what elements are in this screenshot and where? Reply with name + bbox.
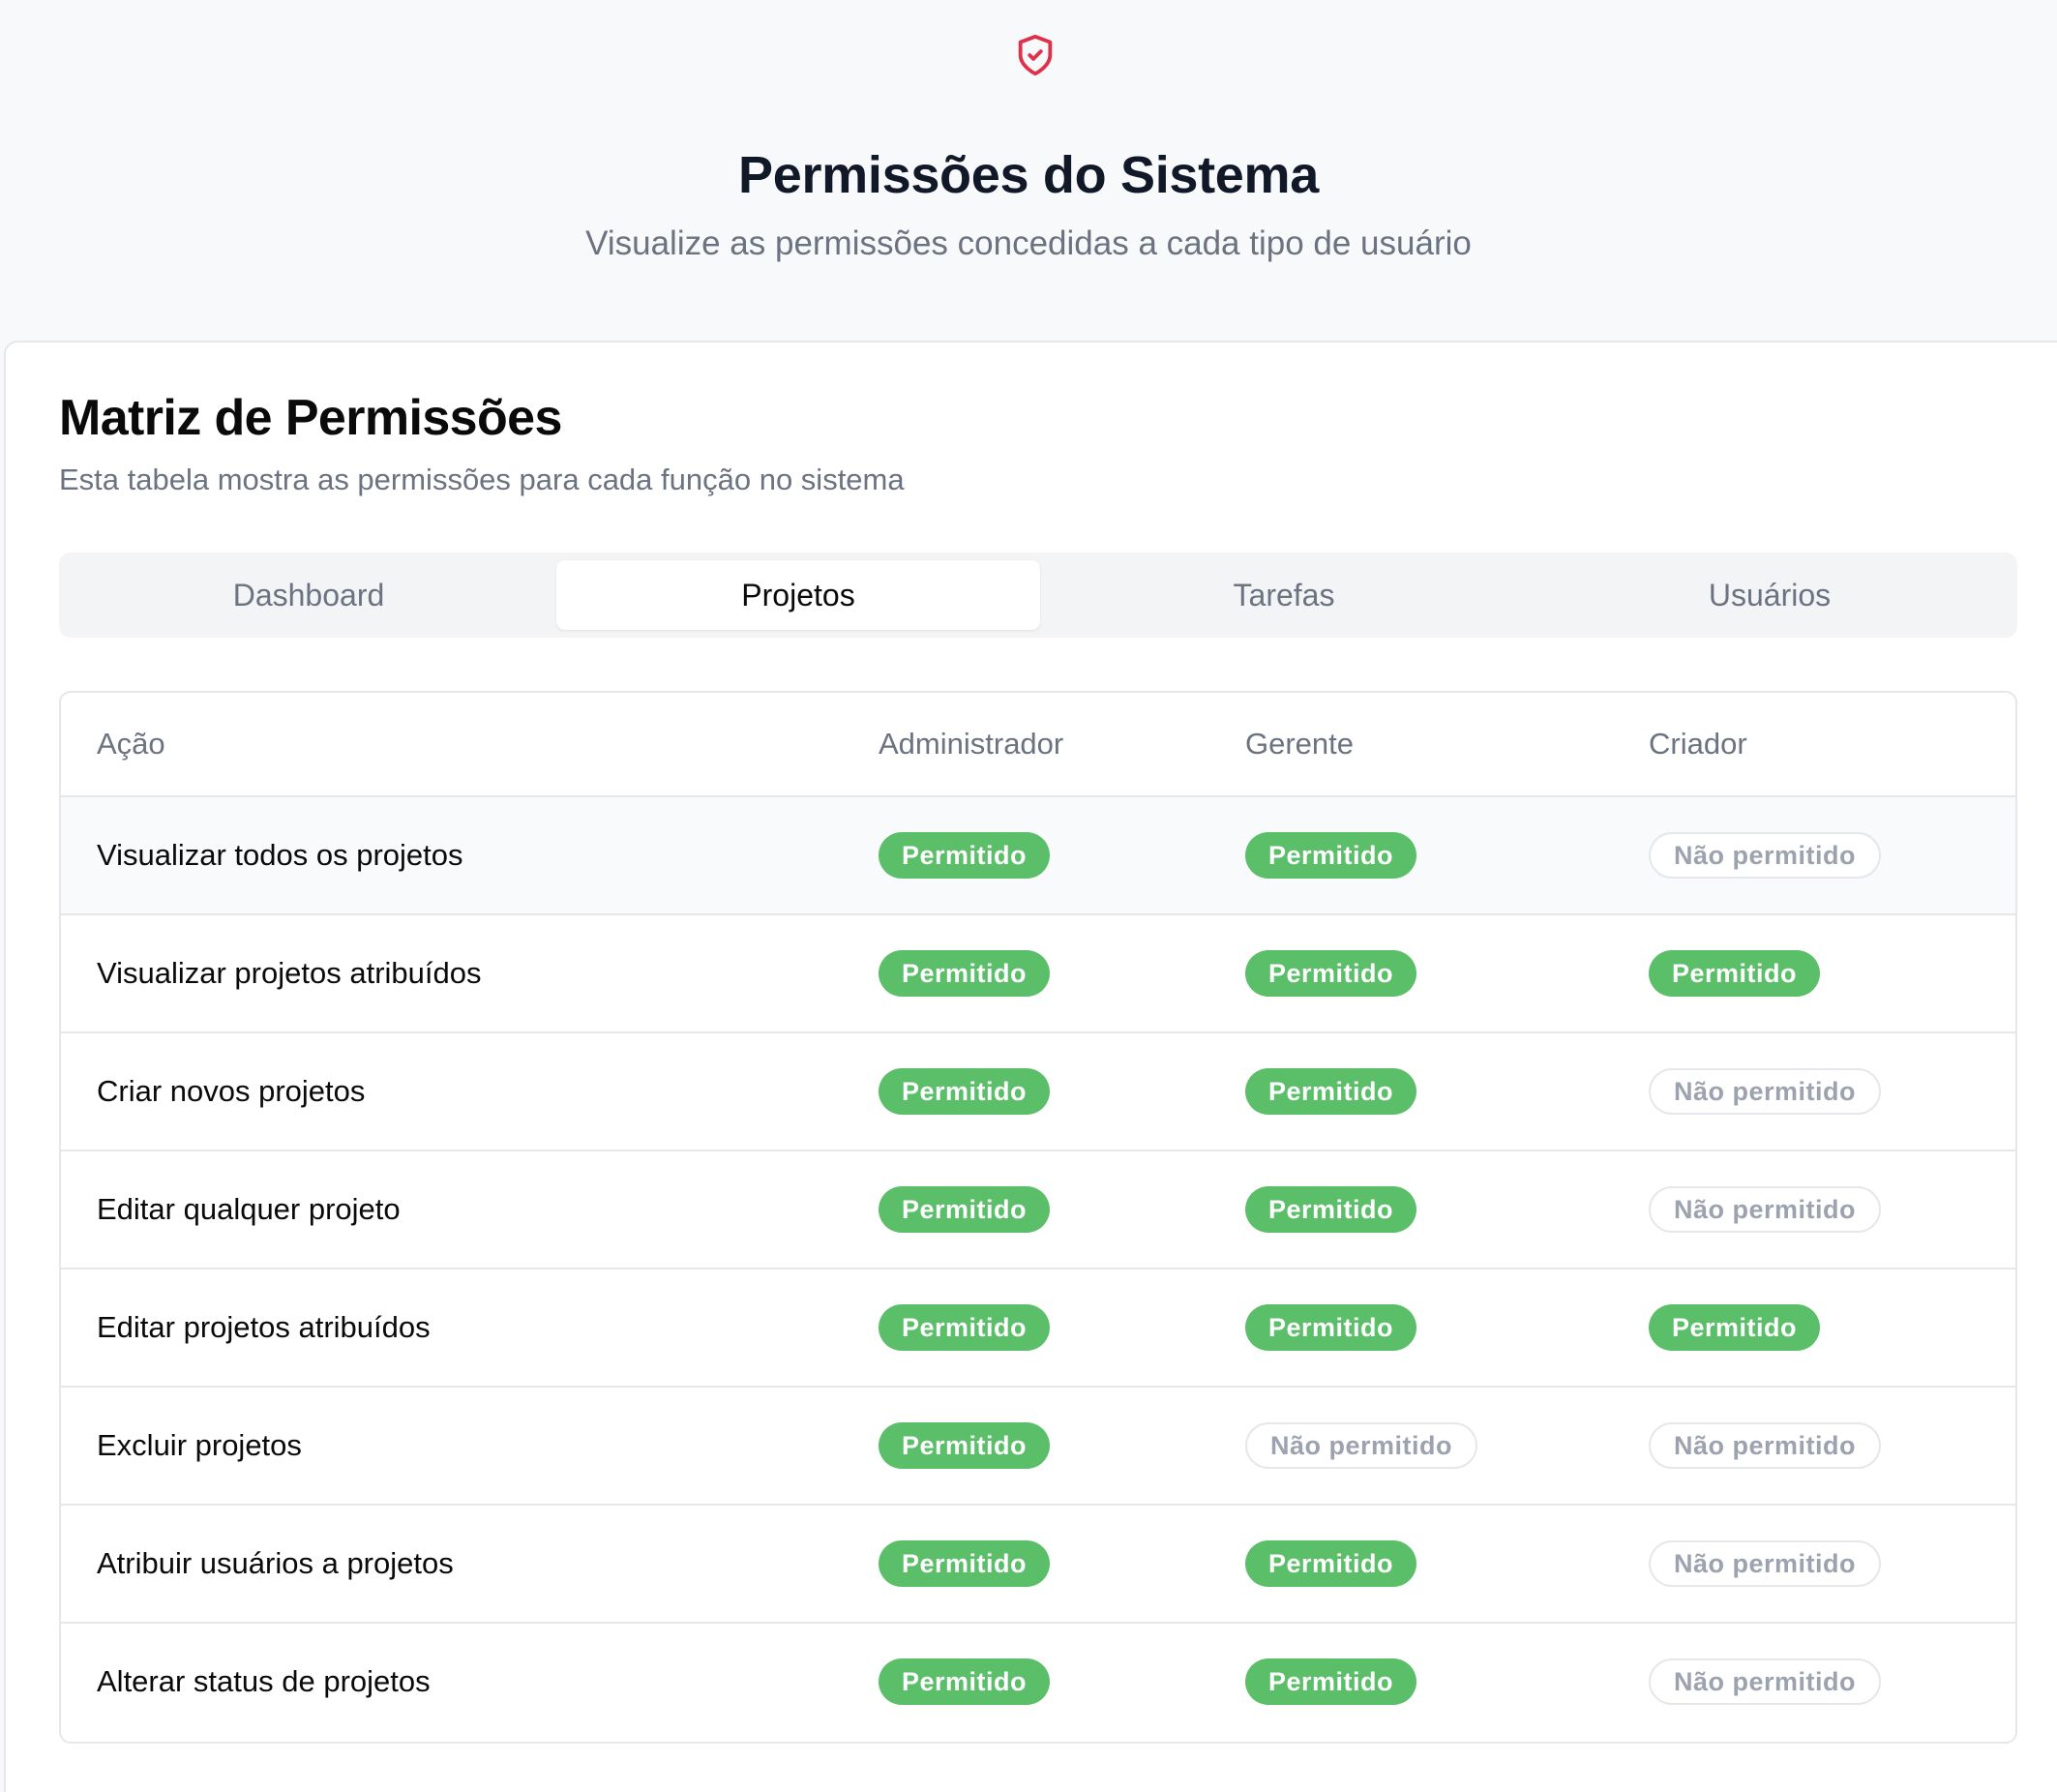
manager-permission-cell: Não permitido xyxy=(1245,1388,1478,1504)
action-cell: Excluir projetos xyxy=(97,1428,302,1462)
action-cell: Visualizar projetos atribuídos xyxy=(97,956,482,990)
action-cell: Alterar status de projetos xyxy=(97,1664,431,1698)
permission-badge-allowed: Permitido xyxy=(1245,950,1417,997)
permission-badge-allowed: Permitido xyxy=(879,1186,1051,1233)
creator-permission-cell: Permitido xyxy=(1649,1269,1821,1386)
tab-tarefas[interactable]: Tarefas xyxy=(1042,560,1526,630)
creator-permission-cell: Permitido xyxy=(1649,915,1821,1031)
action-cell: Atribuir usuários a projetos xyxy=(97,1546,454,1580)
permission-badge-allowed: Permitido xyxy=(1245,1068,1417,1115)
admin-permission-cell: Permitido xyxy=(879,1151,1051,1268)
permissions-table: Ação Administrador Gerente Criador Visua… xyxy=(59,691,2017,1744)
tab-projetos[interactable]: Projetos xyxy=(556,560,1040,630)
tab-usuarios[interactable]: Usuários xyxy=(1528,560,2012,630)
permission-badge-denied: Não permitido xyxy=(1245,1422,1478,1469)
manager-permission-cell: Permitido xyxy=(1245,1033,1417,1150)
permission-badge-allowed: Permitido xyxy=(1245,1540,1417,1587)
page-header: Permissões do Sistema Visualize as permi… xyxy=(0,0,2057,341)
permission-badge-allowed: Permitido xyxy=(1245,1186,1417,1233)
permission-badge-allowed: Permitido xyxy=(879,1304,1051,1351)
manager-permission-cell: Permitido xyxy=(1245,915,1417,1031)
admin-permission-cell: Permitido xyxy=(879,1033,1051,1150)
permissions-card: Matriz de Permissões Esta tabela mostra … xyxy=(4,341,2057,1792)
permission-badge-denied: Não permitido xyxy=(1649,1540,1882,1587)
permission-badge-allowed: Permitido xyxy=(879,1422,1051,1469)
table-row: Atribuir usuários a projetos Permitido Per… xyxy=(61,1506,2015,1624)
permission-badge-allowed: Permitido xyxy=(1245,832,1417,879)
table-row: Excluir projetos Permitido Não permitido Nã… xyxy=(61,1388,2015,1506)
permission-badge-allowed: Permitido xyxy=(1649,1304,1821,1351)
table-row: Editar qualquer projeto Permitido Permitid… xyxy=(61,1151,2015,1269)
page-title: Permissões do Sistema xyxy=(738,146,1319,204)
manager-permission-cell: Permitido xyxy=(1245,1151,1417,1268)
permission-badge-denied: Não permitido xyxy=(1649,1186,1882,1233)
permissions-page: Permissões do Sistema Visualize as permi… xyxy=(0,0,2057,1792)
action-cell: Editar qualquer projeto xyxy=(97,1192,401,1226)
creator-permission-cell: Não permitido xyxy=(1649,1388,1882,1504)
table-row: Editar projetos atribuídos Permitido Permi… xyxy=(61,1269,2015,1388)
permission-badge-denied: Não permitido xyxy=(1649,1068,1882,1115)
admin-permission-cell: Permitido xyxy=(879,1388,1051,1504)
table-row: Visualizar projetos atribuídos Permitido P… xyxy=(61,915,2015,1033)
action-cell: Visualizar todos os projetos xyxy=(97,838,463,872)
creator-permission-cell: Não permitido xyxy=(1649,1624,1882,1740)
column-header-admin: Administrador xyxy=(879,727,1064,761)
column-header-action: Ação xyxy=(97,727,165,761)
table-header: Ação Administrador Gerente Criador xyxy=(61,693,2015,797)
creator-permission-cell: Não permitido xyxy=(1649,1033,1882,1150)
admin-permission-cell: Permitido xyxy=(879,1269,1051,1386)
table-row: Criar novos projetos Permitido Permitido Nã… xyxy=(61,1033,2015,1151)
manager-permission-cell: Permitido xyxy=(1245,1269,1417,1386)
creator-permission-cell: Não permitido xyxy=(1649,1151,1882,1268)
card-subtitle: Esta tabela mostra as permissões para ca… xyxy=(59,463,905,496)
admin-permission-cell: Permitido xyxy=(879,797,1051,913)
tab-list: Dashboard Projetos Tarefas Usuários xyxy=(59,553,2017,638)
manager-permission-cell: Permitido xyxy=(1245,1506,1417,1622)
manager-permission-cell: Permitido xyxy=(1245,1624,1417,1740)
table-body: Visualizar todos os projetos Permitido Per… xyxy=(61,797,2015,1742)
shield-check-icon xyxy=(1018,34,1053,76)
permission-badge-denied: Não permitido xyxy=(1649,832,1882,879)
table-row: Alterar status de projetos Permitido Permi… xyxy=(61,1624,2015,1742)
creator-permission-cell: Não permitido xyxy=(1649,797,1882,913)
creator-permission-cell: Não permitido xyxy=(1649,1506,1882,1622)
table-row: Visualizar todos os projetos Permitido Per… xyxy=(61,797,2015,915)
card-title: Matriz de Permissões xyxy=(59,390,562,446)
action-cell: Criar novos projetos xyxy=(97,1074,366,1108)
admin-permission-cell: Permitido xyxy=(879,1506,1051,1622)
permission-badge-allowed: Permitido xyxy=(1649,950,1821,997)
page-subtitle: Visualize as permissões concedidas a cad… xyxy=(585,224,1472,262)
permission-badge-allowed: Permitido xyxy=(879,1068,1051,1115)
permission-badge-allowed: Permitido xyxy=(879,1540,1051,1587)
permission-badge-allowed: Permitido xyxy=(1245,1304,1417,1351)
permission-badge-denied: Não permitido xyxy=(1649,1658,1882,1705)
permission-badge-allowed: Permitido xyxy=(1245,1658,1417,1705)
tab-dashboard[interactable]: Dashboard xyxy=(67,560,551,630)
action-cell: Editar projetos atribuídos xyxy=(97,1310,431,1344)
column-header-manager: Gerente xyxy=(1245,727,1355,761)
permission-badge-allowed: Permitido xyxy=(879,832,1051,879)
permission-badge-allowed: Permitido xyxy=(879,1658,1051,1705)
manager-permission-cell: Permitido xyxy=(1245,797,1417,913)
admin-permission-cell: Permitido xyxy=(879,1624,1051,1740)
admin-permission-cell: Permitido xyxy=(879,915,1051,1031)
permission-badge-allowed: Permitido xyxy=(879,950,1051,997)
permission-badge-denied: Não permitido xyxy=(1649,1422,1882,1469)
column-header-creator: Criador xyxy=(1649,727,1747,761)
